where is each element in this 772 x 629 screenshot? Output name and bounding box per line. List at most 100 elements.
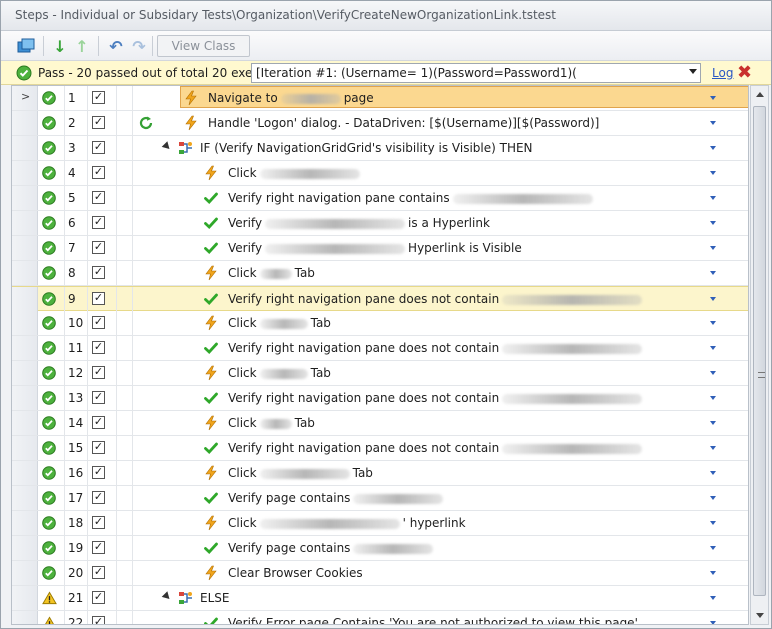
scroll-up-arrow-icon[interactable] bbox=[756, 92, 764, 97]
step-description[interactable]: Click Tab bbox=[228, 366, 331, 380]
step-row[interactable]: 14 ✓ Click Tab bbox=[12, 411, 748, 436]
vertical-scrollbar[interactable] bbox=[750, 85, 769, 625]
row-selector[interactable] bbox=[12, 436, 38, 460]
step-description[interactable]: Verify page contains bbox=[228, 541, 436, 555]
step-description[interactable]: Verify right navigation pane does not co… bbox=[228, 341, 645, 355]
step-description[interactable]: Verify page contains bbox=[228, 491, 446, 505]
row-selector[interactable] bbox=[12, 336, 38, 360]
step-row[interactable]: 21 ✓ ELSE bbox=[12, 586, 748, 611]
step-row[interactable]: 15 ✓ Verify right navigation pane does not… bbox=[12, 436, 748, 461]
enabled-checkbox[interactable]: ✓ bbox=[92, 416, 105, 429]
step-description[interactable]: Click ' hyperlink bbox=[228, 516, 466, 530]
enabled-checkbox[interactable]: ✓ bbox=[92, 292, 105, 305]
row-selector[interactable] bbox=[12, 461, 38, 485]
step-options-dropdown-icon[interactable] bbox=[710, 146, 716, 150]
layers-icon[interactable] bbox=[15, 35, 37, 57]
row-selector[interactable] bbox=[12, 536, 38, 560]
step-options-dropdown-icon[interactable] bbox=[710, 471, 716, 475]
scroll-down-arrow-icon[interactable] bbox=[756, 613, 764, 618]
row-selector[interactable] bbox=[12, 287, 38, 311]
step-row[interactable]: 11 ✓ Verify right navigation pane does not… bbox=[12, 336, 748, 361]
step-row[interactable]: 7 ✓ Verify Hyperlink is Visible bbox=[12, 236, 748, 261]
step-description[interactable]: Verify right navigation pane does not co… bbox=[228, 292, 645, 306]
row-selector[interactable] bbox=[12, 586, 38, 610]
row-selector[interactable] bbox=[12, 161, 38, 185]
step-options-dropdown-icon[interactable] bbox=[710, 596, 716, 600]
step-options-dropdown-icon[interactable] bbox=[710, 297, 716, 301]
collapse-arrow-icon[interactable] bbox=[161, 591, 173, 602]
row-selector[interactable]: > bbox=[12, 86, 38, 110]
log-link[interactable]: Log bbox=[712, 66, 733, 80]
row-selector[interactable] bbox=[12, 386, 38, 410]
step-description[interactable]: Click Tab bbox=[228, 266, 315, 280]
step-description[interactable]: Click Tab bbox=[228, 416, 315, 430]
scroll-thumb[interactable] bbox=[753, 106, 766, 596]
row-selector[interactable] bbox=[12, 486, 38, 510]
step-description[interactable]: Verify right navigation pane does not co… bbox=[228, 391, 645, 405]
step-options-dropdown-icon[interactable] bbox=[710, 246, 716, 250]
step-description[interactable]: Verify Hyperlink is Visible bbox=[228, 241, 522, 255]
enabled-checkbox[interactable]: ✓ bbox=[92, 316, 105, 329]
row-selector[interactable] bbox=[12, 236, 38, 260]
step-options-dropdown-icon[interactable] bbox=[710, 271, 716, 275]
step-options-dropdown-icon[interactable] bbox=[710, 571, 716, 575]
enabled-checkbox[interactable]: ✓ bbox=[92, 141, 105, 154]
row-selector[interactable] bbox=[12, 511, 38, 535]
step-row[interactable]: 17 ✓ Verify page contains bbox=[12, 486, 748, 511]
step-options-dropdown-icon[interactable] bbox=[710, 121, 716, 125]
move-up-icon[interactable]: ↑ bbox=[71, 35, 93, 57]
step-options-dropdown-icon[interactable] bbox=[710, 221, 716, 225]
step-row[interactable]: 9 ✓ Verify right navigation pane does not … bbox=[12, 286, 748, 312]
step-row[interactable]: 10 ✓ Click Tab bbox=[12, 311, 748, 336]
enabled-checkbox[interactable]: ✓ bbox=[92, 266, 105, 279]
step-options-dropdown-icon[interactable] bbox=[710, 421, 716, 425]
step-row[interactable]: 2 ✓ Handle 'Logon' dialog. - DataDriven: [… bbox=[12, 111, 748, 136]
step-row[interactable]: 5 ✓ Verify right navigation pane contains bbox=[12, 186, 748, 211]
step-row[interactable]: 8 ✓ Click Tab bbox=[12, 261, 748, 286]
step-options-dropdown-icon[interactable] bbox=[710, 546, 716, 550]
step-options-dropdown-icon[interactable] bbox=[710, 321, 716, 325]
row-selector[interactable] bbox=[12, 136, 38, 160]
step-options-dropdown-icon[interactable] bbox=[710, 521, 716, 525]
step-description[interactable]: Click Tab bbox=[228, 466, 373, 480]
step-row[interactable]: >1 ✓ Navigate to page bbox=[12, 86, 748, 111]
step-options-dropdown-icon[interactable] bbox=[710, 446, 716, 450]
enabled-checkbox[interactable]: ✓ bbox=[92, 591, 105, 604]
step-row[interactable]: 16 ✓ Click Tab bbox=[12, 461, 748, 486]
redo-icon[interactable]: ↷ bbox=[128, 35, 150, 57]
step-options-dropdown-icon[interactable] bbox=[710, 621, 716, 624]
enabled-checkbox[interactable]: ✓ bbox=[92, 216, 105, 229]
step-description[interactable]: ELSE bbox=[200, 591, 229, 605]
row-selector[interactable] bbox=[12, 611, 38, 624]
row-selector[interactable] bbox=[12, 561, 38, 585]
collapse-arrow-icon[interactable] bbox=[161, 141, 173, 152]
step-options-dropdown-icon[interactable] bbox=[710, 171, 716, 175]
enabled-checkbox[interactable]: ✓ bbox=[92, 441, 105, 454]
step-row[interactable]: 20 ✓ Clear Browser Cookies bbox=[12, 561, 748, 586]
view-class-button[interactable]: View Class bbox=[157, 35, 250, 57]
step-options-dropdown-icon[interactable] bbox=[710, 96, 716, 100]
row-selector[interactable] bbox=[12, 211, 38, 235]
step-row[interactable]: 4 ✓ Click bbox=[12, 161, 748, 186]
enabled-checkbox[interactable]: ✓ bbox=[92, 391, 105, 404]
step-description[interactable]: Verify is a Hyperlink bbox=[228, 216, 490, 230]
step-description[interactable]: Verify right navigation pane contains bbox=[228, 191, 596, 205]
step-row[interactable]: 13 ✓ Verify right navigation pane does not… bbox=[12, 386, 748, 411]
row-selector[interactable] bbox=[12, 261, 38, 285]
step-row[interactable]: 22 ✓ Verify Error page Contains 'You are n… bbox=[12, 611, 748, 624]
row-selector[interactable] bbox=[12, 111, 38, 135]
undo-icon[interactable]: ↶ bbox=[105, 35, 127, 57]
row-selector[interactable] bbox=[12, 311, 38, 335]
enabled-checkbox[interactable]: ✓ bbox=[92, 516, 105, 529]
step-description[interactable]: Click bbox=[228, 166, 363, 180]
step-description[interactable]: Navigate to page bbox=[208, 91, 374, 105]
step-row[interactable]: 3 ✓ IF (Verify NavigationGridGrid's visibi… bbox=[12, 136, 748, 161]
row-selector[interactable] bbox=[12, 411, 38, 435]
move-down-icon[interactable]: ↓ bbox=[49, 35, 71, 57]
step-row[interactable]: 6 ✓ Verify is a Hyperlink bbox=[12, 211, 748, 236]
close-x-icon[interactable]: ✖ bbox=[737, 62, 752, 83]
enabled-checkbox[interactable]: ✓ bbox=[92, 566, 105, 579]
step-options-dropdown-icon[interactable] bbox=[710, 196, 716, 200]
enabled-checkbox[interactable]: ✓ bbox=[92, 116, 105, 129]
step-options-dropdown-icon[interactable] bbox=[710, 371, 716, 375]
